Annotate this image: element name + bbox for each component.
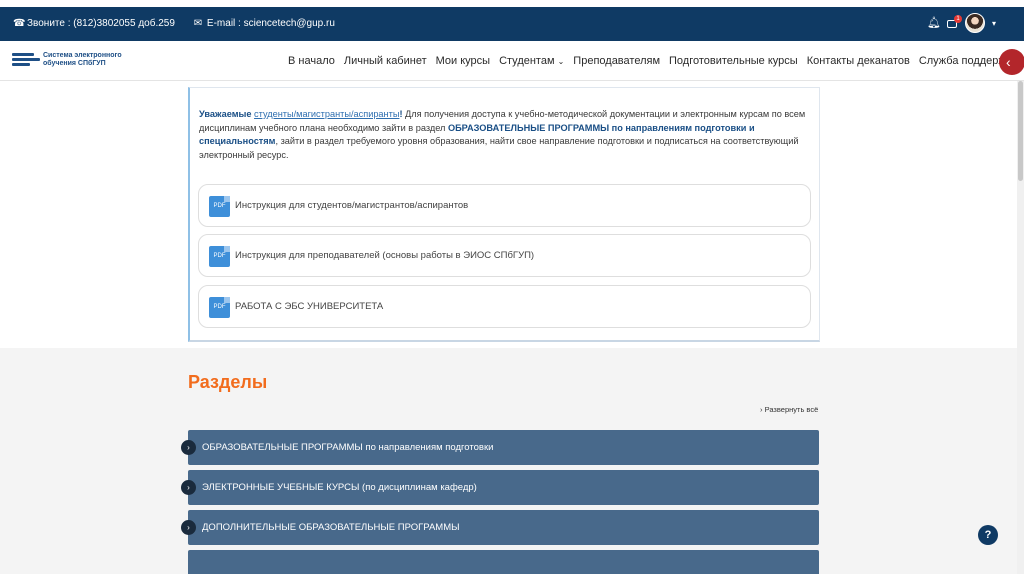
section-accordion-programs[interactable]: › ОБРАЗОВАТЕЛЬНЫЕ ПРОГРАММЫ по направлен… <box>181 430 819 465</box>
logo-mark <box>12 52 40 68</box>
chevron-right-icon[interactable]: › <box>181 480 196 495</box>
nav-item-home[interactable]: В начало <box>288 55 335 67</box>
file-label: Инструкция для студентов/магистрантов/ас… <box>235 200 469 211</box>
chevron-down-icon[interactable]: ▾ <box>992 19 996 28</box>
pdf-icon: PDF <box>209 246 230 267</box>
chevron-right-icon[interactable]: › <box>181 520 196 535</box>
section-label: ОБРАЗОВАТЕЛЬНЫЕ ПРОГРАММЫ по направления… <box>202 442 494 453</box>
section-accordion-courses[interactable]: › ЭЛЕКТРОННЫЕ УЧЕБНЫЕ КУРСЫ (по дисципли… <box>181 470 819 505</box>
nav-item-dashboard[interactable]: Личный кабинет <box>344 55 427 67</box>
file-link-students[interactable]: PDF Инструкция для студентов/магистранто… <box>198 184 811 227</box>
pdf-icon: PDF <box>209 196 230 217</box>
avatar[interactable] <box>964 13 985 33</box>
user-tools: 🔔︎ 1 ▾ <box>927 13 996 33</box>
file-link-ebs[interactable]: PDF РАБОТА С ЭБС УНИВЕРСИТЕТА <box>198 285 811 328</box>
chevron-right-icon[interactable]: › <box>181 440 196 455</box>
info-panel: Уважаемые студенты/магистранты/аспиранты… <box>188 87 820 342</box>
drawer-toggle-button[interactable]: ‹ <box>999 49 1024 75</box>
section-label: ДОПОЛНИТЕЛЬНЫЕ ОБРАЗОВАТЕЛЬНЫЕ ПРОГРАММЫ <box>202 522 460 533</box>
file-link-teachers[interactable]: PDF Инструкция для преподавателей (основ… <box>198 234 811 277</box>
section-accordion-additional[interactable]: › ДОПОЛНИТЕЛЬНЫЕ ОБРАЗОВАТЕЛЬНЫЕ ПРОГРАМ… <box>181 510 819 545</box>
sections-title: Разделы <box>188 372 268 392</box>
phone-icon: ☎ <box>13 17 26 29</box>
nav-item-students[interactable]: Студентам ⌄ <box>499 55 564 67</box>
chevron-down-icon: ⌄ <box>557 57 565 66</box>
message-badge: 1 <box>953 15 962 23</box>
phone-text[interactable]: Звоните : (812)3802055 доб.259 <box>27 18 175 29</box>
pdf-icon: PDF <box>209 297 230 318</box>
scrollbar-thumb[interactable] <box>1018 81 1023 181</box>
logo-line-2: обучения СПбГУП <box>43 60 106 67</box>
contact-info: ☎ Звоните : (812)3802055 доб.259 ✉ E-mai… <box>13 18 335 29</box>
file-label: РАБОТА С ЭБС УНИВЕРСИТЕТА <box>235 301 384 312</box>
section-accordion-next[interactable] <box>188 550 819 574</box>
expand-all-link[interactable]: › Развернуть всё <box>760 405 818 414</box>
help-button[interactable]: ? <box>978 525 998 545</box>
chevron-left-icon: ‹ <box>1006 54 1011 70</box>
section-label: ЭЛЕКТРОННЫЕ УЧЕБНЫЕ КУРСЫ (по дисциплина… <box>202 482 477 493</box>
page: ☎ Звоните : (812)3802055 доб.259 ✉ E-mai… <box>0 0 1024 574</box>
site-logo[interactable]: Система электронного обучения СПбГУП <box>12 52 122 68</box>
email-text[interactable]: E-mail : sciencetech@gup.ru <box>207 18 335 29</box>
nav-item-prep-courses[interactable]: Подготовительные курсы <box>669 55 798 67</box>
page-scrollbar[interactable] <box>1017 81 1024 574</box>
mail-icon: ✉ <box>193 17 203 29</box>
file-label: Инструкция для преподавателей (основы ра… <box>235 250 535 261</box>
main-navbar: Система электронного обучения СПбГУП В н… <box>0 41 1024 81</box>
logo-line-1: Система электронного <box>43 52 122 59</box>
intro-lead: Уважаемые <box>199 109 252 119</box>
primary-nav: В начало Личный кабинет Мои курсы Студен… <box>288 55 1017 67</box>
top-contact-bar: ☎ Звоните : (812)3802055 доб.259 ✉ E-mai… <box>0 7 1024 41</box>
nav-item-my-courses[interactable]: Мои курсы <box>436 55 490 67</box>
nav-item-teachers[interactable]: Преподавателям <box>573 55 660 67</box>
nav-item-deans-contacts[interactable]: Контакты деканатов <box>807 55 910 67</box>
chevron-right-icon: › <box>760 405 763 414</box>
bell-icon[interactable]: 🔔︎ <box>927 17 941 29</box>
intro-audience-link[interactable]: студенты/магистранты/аспиранты <box>254 109 399 119</box>
message-icon[interactable]: 1 <box>946 15 962 29</box>
intro-text: Уважаемые студенты/магистранты/аспиранты… <box>199 109 806 160</box>
